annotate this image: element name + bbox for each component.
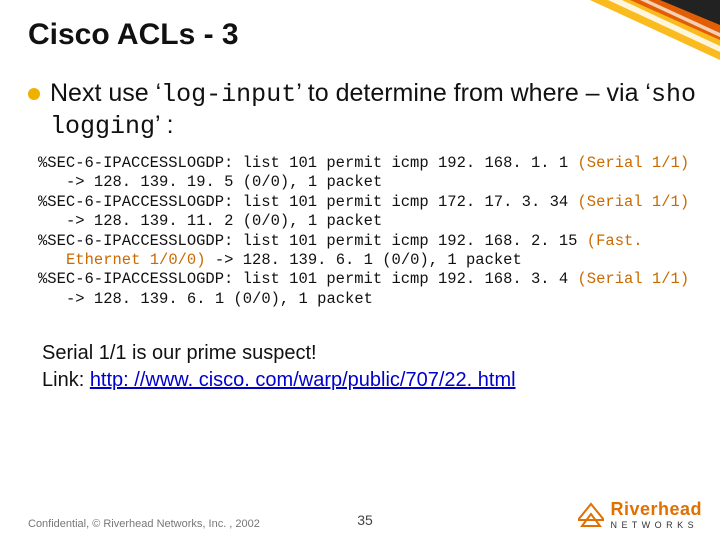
log-head: %SEC-6-IPACCESSLOGDP: list 101 permit ic… xyxy=(38,270,578,288)
log-line: %SEC-6-IPACCESSLOGDP: list 101 permit ic… xyxy=(38,154,698,193)
log-iface: (Serial 1/1) xyxy=(578,154,690,172)
log-line: %SEC-6-IPACCESSLOGDP: list 101 permit ic… xyxy=(38,193,698,232)
footer-copyright: Confidential, © Riverhead Networks, Inc.… xyxy=(28,518,578,530)
conclusion-block: Serial 1/1 is our prime suspect! Link: h… xyxy=(42,340,516,394)
log-tail: -> 128. 139. 11. 2 (0/0), 1 packet xyxy=(66,212,382,230)
reference-link[interactable]: http: //www. cisco. com/warp/public/707/… xyxy=(90,369,516,391)
link-label: Link: xyxy=(42,369,90,391)
page-number: 35 xyxy=(357,512,373,528)
footer: Confidential, © Riverhead Networks, Inc.… xyxy=(28,499,702,530)
bullet-mid: ’ to determine from where – via ‘ xyxy=(296,79,651,107)
log-head: %SEC-6-IPACCESSLOGDP: list 101 permit ic… xyxy=(38,193,578,211)
log-line: %SEC-6-IPACCESSLOGDP: list 101 permit ic… xyxy=(38,232,698,271)
slide-title: Cisco ACLs - 3 xyxy=(28,18,239,52)
log-tail: -> 128. 139. 6. 1 (0/0), 1 packet xyxy=(206,251,522,269)
log-head: %SEC-6-IPACCESSLOGDP: list 101 permit ic… xyxy=(38,154,578,172)
logo-mark-icon xyxy=(578,502,604,528)
logo-subtext: N E T W O R K S xyxy=(610,520,702,530)
corner-graphic xyxy=(560,0,720,80)
bullet-text: Next use ‘log-input’ to determine from w… xyxy=(50,78,698,143)
bullet-dot-icon xyxy=(28,88,40,100)
conclusion-line2: Link: http: //www. cisco. com/warp/publi… xyxy=(42,367,516,394)
log-output: %SEC-6-IPACCESSLOGDP: list 101 permit ic… xyxy=(38,154,698,309)
log-tail: -> 128. 139. 6. 1 (0/0), 1 packet xyxy=(66,290,373,308)
log-iface: (Serial 1/1) xyxy=(578,270,690,288)
riverhead-logo: Riverhead N E T W O R K S xyxy=(578,499,702,530)
bullet-item: Next use ‘log-input’ to determine from w… xyxy=(28,78,698,143)
log-iface: (Serial 1/1) xyxy=(578,193,690,211)
bullet-pre: Next use ‘ xyxy=(50,79,161,107)
log-head: %SEC-6-IPACCESSLOGDP: list 101 permit ic… xyxy=(38,232,587,250)
log-tail: -> 128. 139. 19. 5 (0/0), 1 packet xyxy=(66,173,382,191)
bullet-cmd1: log-input xyxy=(161,80,296,109)
logo-text: Riverhead xyxy=(610,499,702,519)
log-line: %SEC-6-IPACCESSLOGDP: list 101 permit ic… xyxy=(38,270,698,309)
conclusion-line1: Serial 1/1 is our prime suspect! xyxy=(42,340,516,367)
bullet-post: ’ : xyxy=(155,111,174,139)
